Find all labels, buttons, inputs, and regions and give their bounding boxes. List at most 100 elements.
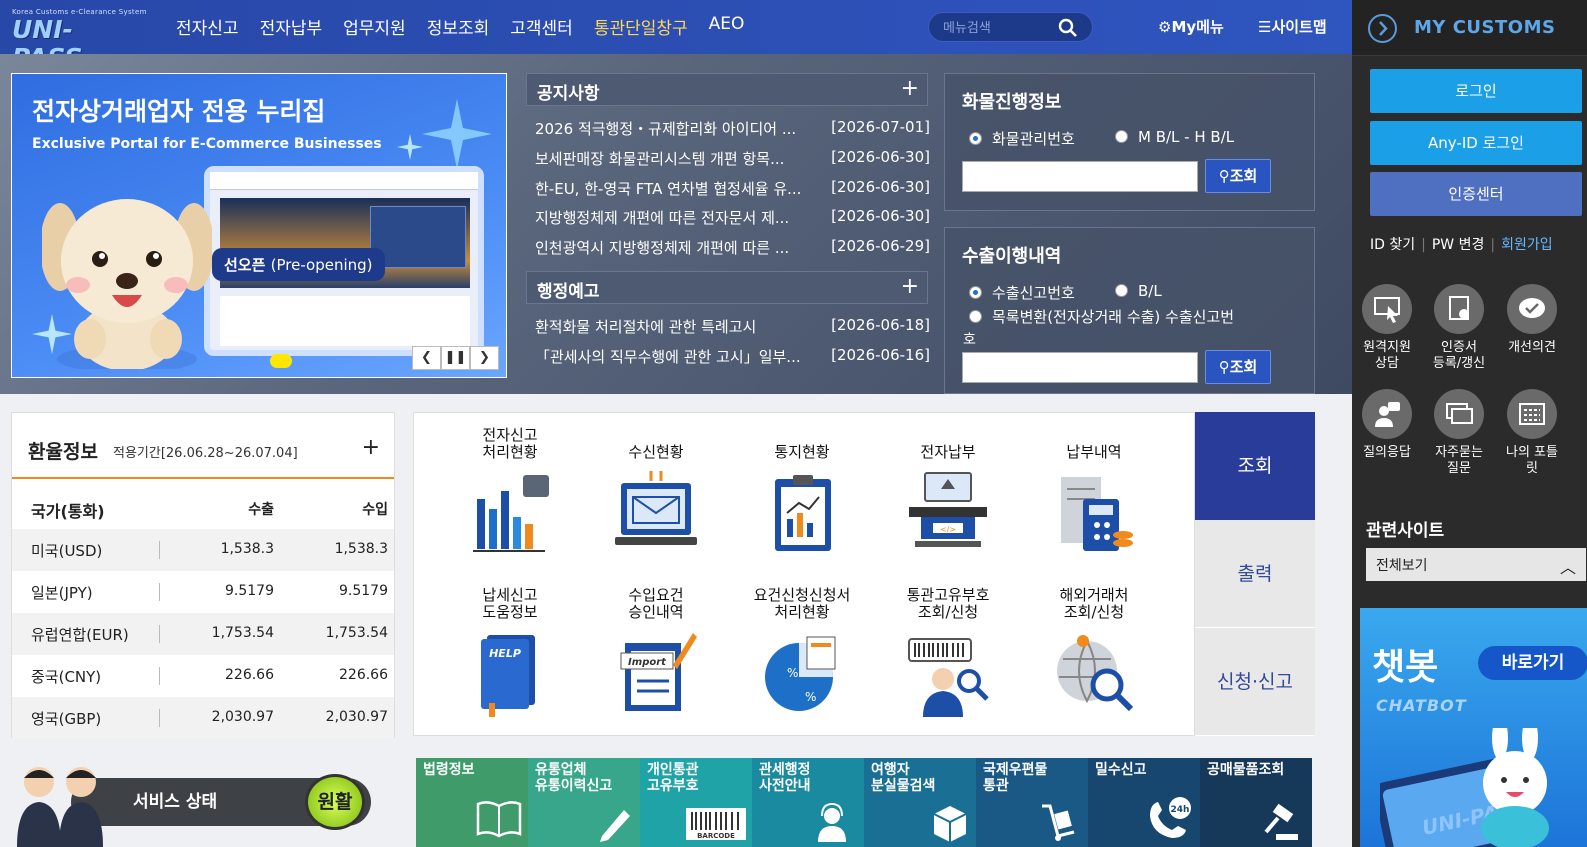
quick-label: 자주묻는 [1435,445,1483,460]
tile-label: 여행자 [871,762,910,778]
menu-search-input[interactable] [943,18,1053,38]
tile-lost-item-search[interactable]: 여행자 분실물검색 [864,758,976,847]
exchange-rate-more-plus-icon[interactable]: + [362,435,380,460]
service-e-payment[interactable]: 전자납부 </> [878,425,1018,563]
nav-single-window[interactable]: 통관단일창구 [594,14,688,39]
login-button[interactable]: 로그인 [1370,69,1582,113]
notice-item[interactable]: 지방행정체제 개편에 따른 전자문서 제... [2026-06-30] [535,207,930,228]
quick-qna[interactable]: 질의응답 [1352,389,1422,461]
radio-export-number[interactable]: 수출신고번호 [969,282,1075,303]
tile-label: 밀수신고 [1095,762,1147,778]
nav-info-inquiry[interactable]: 정보조회 [427,14,490,39]
nav-business-support[interactable]: 업무지원 [343,14,406,39]
service-import-requirement-approval[interactable]: 수입요건 승인내역 Import [586,585,726,723]
admin-notice-item[interactable]: 환적화물 처리절차에 관한 특례고시 [2026-06-18] [535,316,930,337]
admin-notice-item[interactable]: 「관세사의 직무수행에 관한 고시」일부... [2026-06-16] [535,346,930,367]
cargo-search-button[interactable]: ⚲조회 [1205,159,1271,193]
svg-text:%: % [787,666,798,680]
speech-check-icon [1507,284,1557,334]
service-e-declaration-status[interactable]: 전자신고 처리현황 [440,425,580,563]
service-receive-status[interactable]: 수신현황 [586,425,726,563]
next-icon[interactable]: ❯ [470,346,499,370]
tile-customs-guide[interactable]: 관세행정 사전안내 [752,758,864,847]
staff-illustration-image [17,767,103,847]
service-overseas-partner-lookup[interactable]: 해외거래처 조회/신청 [1024,585,1164,723]
column-country: 국가(통화) [31,502,105,521]
import-document-icon: Import [620,633,697,711]
tile-label: 분실물검색 [871,778,936,794]
help-book-icon: HELP [481,635,535,717]
qna-person-icon [1362,389,1412,439]
pause-icon[interactable]: ❚❚ [441,346,470,370]
radio-label: B/L [1138,282,1162,300]
tab-print[interactable]: 출력 [1195,520,1315,628]
unipass-logo[interactable]: Korea Customs e-Clearance System UNI-PAS… [12,8,146,72]
cargo-title: 화물진행정보 [962,92,1062,113]
quick-certificate[interactable]: 인증서 등록/갱신 [1424,284,1494,372]
currency-name: 유럽연합(EUR) [31,626,129,644]
chatbot-banner[interactable]: 챗봇 CHATBOT 바로가기 UNI-PASS [1360,608,1587,847]
tab-application[interactable]: 신청·신고 [1195,628,1315,736]
chatbot-go-button[interactable]: 바로가기 [1478,646,1587,680]
tile-auction-search[interactable]: 공매물품조회 [1200,758,1312,847]
service-customs-code-lookup[interactable]: 통관고유부호 조회/신청 [878,585,1018,723]
anyid-login-button[interactable]: Any-ID 로그인 [1370,121,1582,165]
quick-feedback[interactable]: 개선의견 [1497,284,1567,356]
radio-cargo-number[interactable]: 화물관리번호 [969,128,1075,149]
puppy-mascot-image [42,199,212,369]
notice-item[interactable]: 한-EU, 한-영국 FTA 연차별 협정세율 유... [2026-06-30] [535,178,930,199]
export-number-input[interactable] [962,352,1198,383]
tile-law-info[interactable]: 법령정보 [416,758,528,847]
notice-date: [2026-06-30] [831,178,930,196]
nav-e-payment[interactable]: 전자납부 [260,14,323,39]
cargo-number-input[interactable] [962,161,1198,192]
notice-item[interactable]: 인천광역시 지방행정체제 개편에 따른 ... [2026-06-29] [535,237,930,258]
join-link[interactable]: 회원가입 [1501,237,1553,253]
portlet-grid-icon [1507,389,1557,439]
quick-label: 개선의견 [1508,340,1556,355]
radio-list-conversion[interactable]: 목록변환(전자상거래 수출) 수출신고번 [969,306,1234,327]
main-nav: 전자신고 전자납부 업무지원 정보조회 고객센터 통관단일창구 AEO [176,14,765,39]
tile-distribution-report[interactable]: 유통업체 유통이력신고 [528,758,640,847]
related-sites-select[interactable]: 전체보기 ︿ [1366,548,1586,581]
quick-label: 질의응답 [1363,445,1411,460]
radio-mbl-hbl[interactable]: M B/L - H B/L [1115,128,1234,146]
service-tax-declaration-help[interactable]: 납세신고 도움정보 HELP [440,585,580,723]
cert-center-button[interactable]: 인증센터 [1370,172,1582,216]
quick-faq[interactable]: 자주묻는 질문 [1424,389,1494,477]
banner-headline: 전자상거래업자 전용 누리집 [32,97,326,126]
currency-name: 일본(JPY) [31,584,93,602]
prev-icon[interactable]: ❮ [412,346,441,370]
tab-inquiry[interactable]: 조회 [1195,412,1315,520]
quick-my-portlet[interactable]: 나의 포틀 릿 [1497,389,1567,477]
main-banner[interactable]: 전자상거래업자 전용 누리집 Exclusive Portal for E-Co… [11,73,507,378]
tile-personal-customs-code[interactable]: 개인통관 고유부호 BARCODE [640,758,752,847]
admin-more-plus-icon[interactable]: + [901,274,919,299]
search-icon[interactable] [1058,18,1078,42]
find-id-link[interactable]: ID 찾기 [1370,237,1415,253]
nav-customer-center[interactable]: 고객센터 [510,14,573,39]
service-payment-history[interactable]: 납부내역 [1024,425,1164,563]
quick-remote-support[interactable]: 원격지원 상담 [1352,284,1422,372]
export-search-button[interactable]: ⚲조회 [1205,350,1271,384]
service-requirement-application-status[interactable]: 요건신청신청서 처리현황 %% [732,585,872,723]
notice-item[interactable]: 보세판매장 화물관리시스템 개편 항목... [2026-06-30] [535,148,930,169]
service-label: 전자신고 처리현황 [482,426,538,461]
radio-bl[interactable]: B/L [1115,282,1162,300]
my-menu-label: My메뉴 [1171,18,1224,36]
tile-smuggling-report[interactable]: 밀수신고 24h [1088,758,1200,847]
my-menu-button[interactable]: ⚙My메뉴 [1158,16,1224,37]
banner-indicator-dot[interactable] [270,354,292,368]
notices-more-plus-icon[interactable]: + [901,76,919,101]
service-notice-status[interactable]: 통지현황 [732,425,872,563]
chevron-right-icon[interactable] [1368,14,1397,43]
table-row: 영국(GBP) 2,030.97 2,030.97 [12,697,394,739]
sitemap-button[interactable]: ☰사이트맵 [1258,16,1327,37]
tile-international-mail[interactable]: 국제우편물 통관 [976,758,1088,847]
notice-item[interactable]: 2026 적극행정・규제합리화 아이디어 ... [2026-07-01] [535,118,930,139]
nav-e-declaration[interactable]: 전자신고 [176,14,239,39]
nav-aeo[interactable]: AEO [709,14,745,39]
barcode-icon: BARCODE [686,808,746,840]
change-pw-link[interactable]: PW 변경 [1432,237,1485,253]
admin-notice-header: 행정예고 + [526,271,928,304]
